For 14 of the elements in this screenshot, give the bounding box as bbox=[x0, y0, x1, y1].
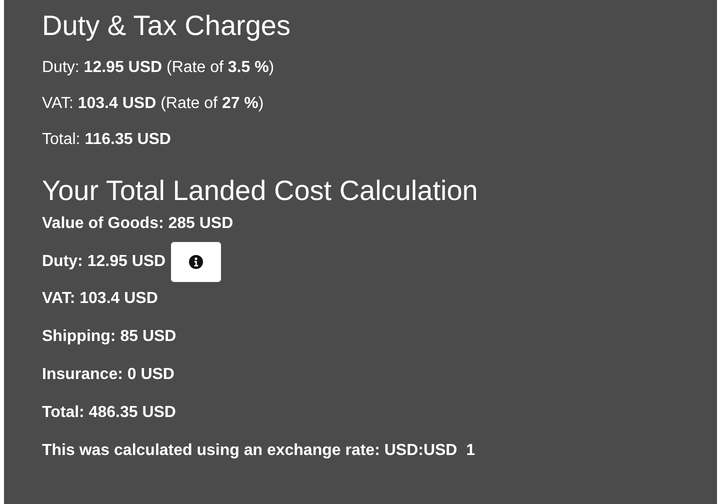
charge-line: Total: 116.35 USD bbox=[42, 130, 171, 150]
charge-line: VAT: 103.4 USD (Rate of 27 %) bbox=[42, 94, 264, 114]
cost-line: Total: 486.35 USD bbox=[42, 403, 176, 423]
info-button[interactable] bbox=[170, 242, 221, 282]
cost-line: VAT: 103.4 USD bbox=[42, 289, 158, 309]
cost-line: This was calculated using an exchange rate: USD:USD 1 bbox=[42, 441, 476, 461]
cost-line: Insurance: 0 USD bbox=[42, 365, 174, 385]
section-heading: Duty & Tax Charges bbox=[42, 10, 290, 42]
info-icon bbox=[188, 255, 203, 269]
cost-line: Duty: 12.95 USD bbox=[42, 252, 166, 272]
section-heading: Your Total Landed Cost Calculation bbox=[42, 175, 478, 207]
cost-line: Value of Goods: 285 USD bbox=[42, 214, 234, 234]
charge-line: Duty: 12.95 USD (Rate of 3.5 %) bbox=[42, 58, 274, 78]
cost-line: Shipping: 85 USD bbox=[42, 327, 176, 347]
